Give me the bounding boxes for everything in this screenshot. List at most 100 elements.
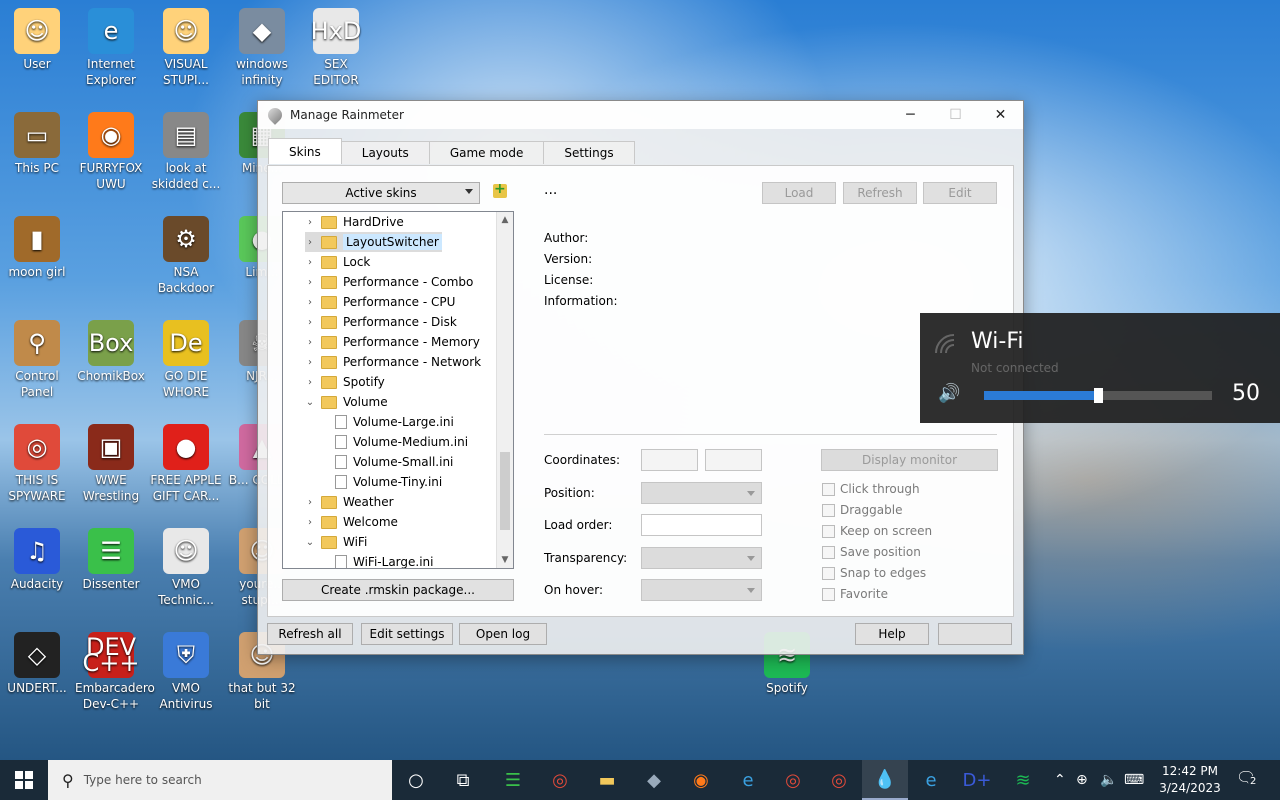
- network-icon[interactable]: ⊕: [1076, 760, 1088, 800]
- desktop-icon[interactable]: ☰ Dissenter: [75, 528, 147, 592]
- save-position-checkbox[interactable]: Save position: [822, 545, 921, 559]
- collapsed-chevron-icon[interactable]: ›: [305, 317, 315, 328]
- desktop-icon[interactable]: ◎ THIS IS SPYWARE: [1, 424, 73, 504]
- firefox-icon[interactable]: ◉: [678, 760, 724, 800]
- close-button[interactable]: ✕: [978, 101, 1023, 129]
- chrome-icon-3[interactable]: ◎: [816, 760, 862, 800]
- tree-file-item[interactable]: Volume-Small.ini: [331, 452, 453, 472]
- keyboard-icon[interactable]: ⌨: [1124, 760, 1144, 800]
- tree-file-item[interactable]: Volume-Medium.ini: [331, 432, 468, 452]
- tab-game-mode[interactable]: Game mode: [428, 141, 545, 164]
- windows-infinity-icon[interactable]: ◆: [631, 760, 677, 800]
- tab-skins[interactable]: Skins: [268, 138, 342, 164]
- skins-tree[interactable]: › HardDrive › LayoutSwitcher › Lock › Performan…: [282, 211, 514, 569]
- volume-icon[interactable]: 🔈: [1100, 760, 1117, 800]
- tree-scrollbar[interactable]: ▲ ▼: [496, 212, 513, 568]
- create-rmskin-button[interactable]: Create .rmskin package...: [282, 579, 514, 601]
- scroll-thumb[interactable]: [500, 452, 510, 530]
- desktop-icon[interactable]: ▮ moon girl: [1, 216, 73, 280]
- coordinate-x-field[interactable]: [641, 449, 698, 471]
- refresh-button[interactable]: Refresh: [843, 182, 917, 204]
- keep-on-screen-checkbox[interactable]: Keep on screen: [822, 524, 932, 538]
- desktop-icon[interactable]: ◇ UNDERT...: [1, 632, 73, 696]
- cortana-icon[interactable]: ○: [393, 760, 439, 800]
- collapsed-chevron-icon[interactable]: ›: [305, 237, 315, 248]
- tree-folder-item[interactable]: › Performance - Disk: [305, 312, 457, 332]
- tree-folder-item[interactable]: ⌄ Volume: [305, 392, 388, 412]
- desktop-icon[interactable]: ♫ Audacity: [1, 528, 73, 592]
- maximize-button[interactable]: ☐: [933, 101, 978, 129]
- collapsed-chevron-icon[interactable]: ›: [305, 377, 315, 388]
- tree-folder-item[interactable]: › Weather: [305, 492, 394, 512]
- title-bar[interactable]: Manage Rainmeter ─ ☐ ✕: [258, 101, 1023, 129]
- add-skin-icon[interactable]: [493, 181, 507, 198]
- desktop-icon[interactable]: Box ChomikBox: [75, 320, 147, 384]
- search-box[interactable]: ⚲ Type here to search: [48, 760, 392, 800]
- file-explorer-icon[interactable]: ▬: [584, 760, 630, 800]
- edit-button[interactable]: Edit: [923, 182, 997, 204]
- tray-chevron-icon[interactable]: ⌃: [1054, 760, 1066, 800]
- expanded-chevron-icon[interactable]: ⌄: [305, 397, 315, 408]
- desktop-icon[interactable]: ◆ windows infinity: [226, 8, 298, 88]
- coordinate-y-field[interactable]: [705, 449, 762, 471]
- scroll-up-icon[interactable]: ▲: [497, 212, 513, 228]
- desktop-icon[interactable]: ☺ VISUAL STUPI...: [150, 8, 222, 88]
- start-button[interactable]: [0, 760, 48, 800]
- close-dialog-button[interactable]: [938, 623, 1012, 645]
- favorite-checkbox[interactable]: Favorite: [822, 587, 888, 601]
- tree-file-item[interactable]: Volume-Large.ini: [331, 412, 454, 432]
- desktop-icon[interactable]: e Internet Explorer: [75, 8, 147, 88]
- tree-folder-item[interactable]: › Performance - Network: [305, 352, 481, 372]
- disney-plus-icon[interactable]: D+: [954, 760, 1000, 800]
- desktop-icon[interactable]: ● FREE APPLE GIFT CAR...: [150, 424, 222, 504]
- scroll-down-icon[interactable]: ▼: [497, 552, 513, 568]
- tree-folder-item[interactable]: › HardDrive: [305, 212, 404, 232]
- collapsed-chevron-icon[interactable]: ›: [305, 217, 315, 228]
- tree-folder-item[interactable]: ⌄ WiFi: [305, 532, 368, 552]
- refresh-all-button[interactable]: Refresh all: [267, 623, 353, 645]
- minimize-button[interactable]: ─: [888, 101, 933, 129]
- active-skins-dropdown[interactable]: Active skins: [282, 182, 480, 204]
- tree-file-item[interactable]: Volume-Tiny.ini: [331, 472, 442, 492]
- tree-folder-item[interactable]: › Spotify: [305, 372, 385, 392]
- desktop-icon[interactable]: ☺ User: [1, 8, 73, 72]
- collapsed-chevron-icon[interactable]: ›: [305, 337, 315, 348]
- transparency-select[interactable]: [641, 547, 762, 569]
- desktop-icon[interactable]: ⚲ Control Panel: [1, 320, 73, 400]
- desktop-icon[interactable]: ▣ WWE Wrestling: [75, 424, 147, 504]
- edit-settings-button[interactable]: Edit settings: [361, 623, 453, 645]
- chrome-icon-2[interactable]: ◎: [770, 760, 816, 800]
- desktop-icon[interactable]: ☺ VMO Technic...: [150, 528, 222, 608]
- display-monitor-button[interactable]: Display monitor: [821, 449, 998, 471]
- load-order-field[interactable]: [641, 514, 762, 536]
- desktop-icon[interactable]: ⛨ VMO Antivirus: [150, 632, 222, 712]
- collapsed-chevron-icon[interactable]: ›: [305, 497, 315, 508]
- expanded-chevron-icon[interactable]: ⌄: [305, 537, 315, 548]
- tree-folder-item[interactable]: › Welcome: [305, 512, 398, 532]
- load-button[interactable]: Load: [762, 182, 836, 204]
- clock[interactable]: 12:42 PM 3/24/2023: [1152, 763, 1228, 797]
- snap-to-edges-checkbox[interactable]: Snap to edges: [822, 566, 926, 580]
- tree-folder-item[interactable]: › Lock: [305, 252, 370, 272]
- tree-file-item[interactable]: WiFi-Large.ini: [331, 552, 433, 568]
- open-log-button[interactable]: Open log: [459, 623, 547, 645]
- task-view-icon[interactable]: ⧉: [440, 760, 486, 800]
- volume-thumb[interactable]: [1094, 388, 1103, 403]
- collapsed-chevron-icon[interactable]: ›: [305, 517, 315, 528]
- help-button[interactable]: Help: [855, 623, 929, 645]
- tab-settings[interactable]: Settings: [543, 141, 635, 164]
- tree-folder-item[interactable]: › Performance - Combo: [305, 272, 473, 292]
- position-select[interactable]: [641, 482, 762, 504]
- volume-slider[interactable]: [984, 388, 1212, 403]
- edge-icon[interactable]: e: [725, 760, 771, 800]
- collapsed-chevron-icon[interactable]: ›: [305, 357, 315, 368]
- draggable-checkbox[interactable]: Draggable: [822, 503, 902, 517]
- more-icon[interactable]: ...: [544, 182, 557, 198]
- collapsed-chevron-icon[interactable]: ›: [305, 297, 315, 308]
- desktop-icon[interactable]: ⚙ NSA Backdoor: [150, 216, 222, 296]
- collapsed-chevron-icon[interactable]: ›: [305, 257, 315, 268]
- desktop-icon[interactable]: ◉ FURRYFOX UWU: [75, 112, 147, 192]
- speaker-icon[interactable]: 🔊: [938, 383, 960, 404]
- notification-center-icon[interactable]: 🗨 2: [1236, 768, 1259, 787]
- tab-layouts[interactable]: Layouts: [340, 141, 430, 164]
